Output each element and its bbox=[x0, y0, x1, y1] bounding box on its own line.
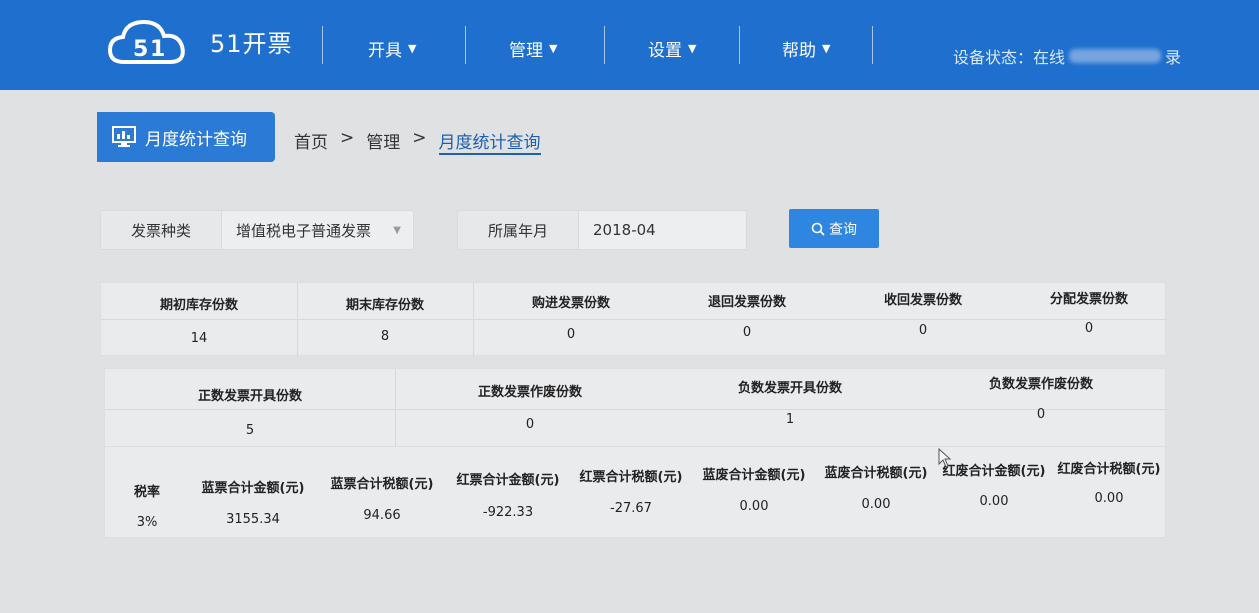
table-cell: 5 bbox=[245, 423, 255, 438]
table-header: 蓝废合计金额(元) bbox=[702, 468, 806, 483]
period-value: 2018-04 bbox=[593, 221, 656, 239]
search-icon bbox=[811, 222, 825, 236]
breadcrumb-home[interactable]: 首页 bbox=[294, 128, 328, 155]
caret-down-icon: ▼ bbox=[688, 42, 697, 55]
table-cell: 0.00 bbox=[1094, 491, 1124, 506]
table-cell: 0 bbox=[1084, 321, 1094, 336]
table-cell: 0 bbox=[742, 325, 752, 340]
caret-down-icon: ▼ bbox=[549, 42, 558, 55]
table-header: 正数发票开具份数 bbox=[197, 389, 302, 404]
breadcrumb-separator: > bbox=[412, 128, 427, 148]
table-cell: 3% bbox=[136, 515, 158, 530]
invoice-type-value: 增值税电子普通发票 bbox=[236, 221, 372, 240]
breadcrumb-current[interactable]: 月度统计查询 bbox=[438, 128, 541, 155]
amount-stats-table: 税率 蓝票合计金额(元) 蓝票合计税额(元) 红票合计金额(元) 红票合计税额(… bbox=[104, 446, 1166, 538]
table-header: 蓝票合计税额(元) bbox=[330, 477, 434, 492]
invoice-type-label: 发票种类 bbox=[101, 211, 223, 249]
table-cell: 8 bbox=[380, 329, 390, 344]
monitor-chart-icon bbox=[112, 126, 136, 147]
page-title: 月度统计查询 bbox=[145, 129, 247, 150]
table-cell: 94.66 bbox=[363, 508, 401, 523]
table-divider bbox=[101, 319, 1167, 320]
table-cell: 0.00 bbox=[739, 499, 769, 514]
table-cell: 3155.34 bbox=[226, 512, 280, 527]
table-header: 购进发票份数 bbox=[531, 296, 610, 311]
nav-divider bbox=[604, 26, 605, 64]
nav-menu-label: 帮助 bbox=[782, 41, 816, 61]
cloud-logo-icon: 5 1 bbox=[107, 19, 185, 64]
nav-divider bbox=[739, 26, 740, 64]
app-logo[interactable]: 5 1 51开票 bbox=[106, 14, 296, 70]
invoice-type-select[interactable]: 增值税电子普通发票 ▼ bbox=[222, 220, 413, 241]
redacted-text bbox=[1069, 49, 1162, 63]
device-status: 设备状态：在线 录 bbox=[953, 44, 1181, 68]
device-status-label: 设备状态：在线 bbox=[953, 48, 1066, 67]
query-button-label: 查询 bbox=[829, 221, 857, 238]
device-status-suffix[interactable]: 录 bbox=[1165, 44, 1181, 68]
caret-down-icon: ▼ bbox=[822, 42, 831, 55]
mouse-cursor-icon bbox=[938, 448, 952, 468]
table-header: 蓝票合计金额(元) bbox=[201, 481, 305, 496]
period-label: 所属年月 bbox=[458, 211, 580, 249]
nav-divider bbox=[872, 26, 873, 64]
svg-text:5: 5 bbox=[133, 37, 148, 62]
table-cell: 0.00 bbox=[979, 494, 1009, 509]
nav-menu-label: 开具 bbox=[368, 41, 402, 61]
svg-text:1: 1 bbox=[150, 37, 165, 62]
table-cell: 0 bbox=[525, 417, 535, 432]
period-input[interactable]: 2018-04 bbox=[579, 221, 746, 239]
table-header: 负数发票开具份数 bbox=[737, 381, 842, 396]
query-button[interactable]: 查询 bbox=[789, 209, 879, 248]
invoice-type-filter: 发票种类 增值税电子普通发票 ▼ bbox=[100, 210, 414, 250]
table-header: 红票合计金额(元) bbox=[456, 473, 560, 488]
breadcrumb-manage[interactable]: 管理 bbox=[366, 128, 400, 155]
table-header: 蓝废合计税额(元) bbox=[824, 466, 928, 481]
table-header: 收回发票份数 bbox=[883, 293, 962, 308]
table-cell: 0 bbox=[918, 323, 928, 338]
table-header: 正数发票作废份数 bbox=[477, 385, 582, 400]
nav-divider bbox=[322, 26, 323, 64]
caret-down-icon: ▼ bbox=[393, 224, 401, 236]
issuance-stats-table: 正数发票开具份数 正数发票作废份数 负数发票开具份数 负数发票作废份数 5 0 … bbox=[104, 368, 1167, 449]
table-header: 分配发票份数 bbox=[1049, 292, 1128, 307]
table-cell: -922.33 bbox=[482, 505, 534, 520]
table-header: 负数发票作废份数 bbox=[988, 377, 1093, 392]
page-title-tab: 月度统计查询 bbox=[97, 112, 275, 162]
table-cell: 14 bbox=[190, 331, 208, 346]
table-cell: -27.67 bbox=[610, 501, 652, 516]
period-filter: 所属年月 2018-04 bbox=[457, 210, 747, 250]
table-cell: 0 bbox=[1036, 407, 1046, 422]
table-cell: 1 bbox=[785, 412, 795, 427]
caret-down-icon: ▼ bbox=[408, 42, 417, 55]
nav-divider bbox=[465, 26, 466, 64]
table-header: 税率 bbox=[133, 485, 160, 500]
table-header: 红票合计税额(元) bbox=[579, 470, 683, 485]
nav-menu-settings[interactable]: 设置 ▼ bbox=[648, 36, 696, 61]
nav-menu-help[interactable]: 帮助 ▼ bbox=[782, 36, 830, 61]
table-header: 期初库存份数 bbox=[159, 298, 238, 313]
nav-menu-label: 设置 bbox=[648, 41, 682, 61]
table-cell: 0 bbox=[566, 327, 576, 342]
table-header: 退回发票份数 bbox=[707, 295, 786, 310]
top-navigation-bar: 5 1 51开票 开具 ▼ 管理 ▼ 设置 ▼ 帮助 ▼ 设备状态：在线 录 bbox=[0, 0, 1259, 90]
nav-menu-manage[interactable]: 管理 ▼ bbox=[509, 36, 557, 61]
logo-text: 51开票 bbox=[210, 30, 293, 58]
table-header: 期末库存份数 bbox=[345, 298, 424, 313]
table-header: 红废合计金额(元) bbox=[942, 464, 1046, 479]
breadcrumb-separator: > bbox=[340, 128, 355, 148]
inventory-stats-table: 期初库存份数 期末库存份数 购进发票份数 退回发票份数 收回发票份数 分配发票份… bbox=[100, 282, 1167, 357]
nav-menu-issue[interactable]: 开具 ▼ bbox=[368, 36, 416, 61]
breadcrumb: 首页 > 管理 > 月度统计查询 bbox=[294, 128, 541, 155]
table-header: 红废合计税额(元) bbox=[1057, 462, 1161, 477]
nav-menu-label: 管理 bbox=[509, 41, 543, 61]
table-cell: 0.00 bbox=[861, 497, 891, 512]
